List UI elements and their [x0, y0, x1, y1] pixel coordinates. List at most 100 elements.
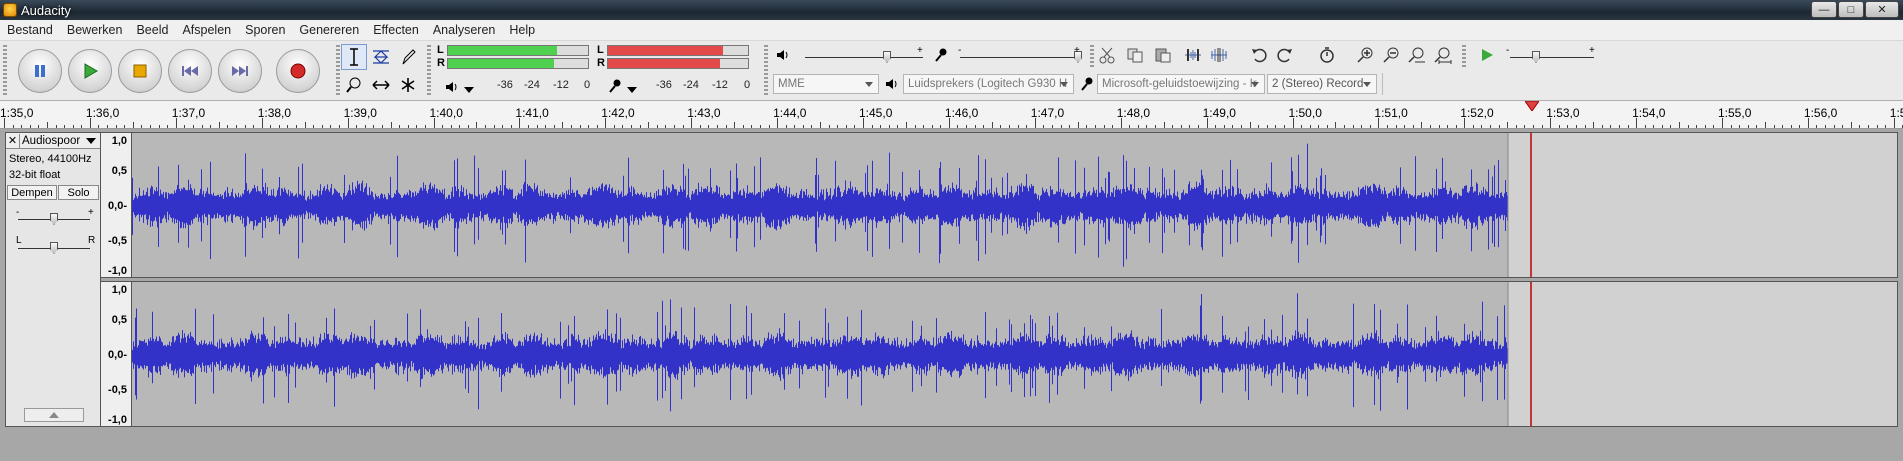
zoom-out-button[interactable] — [1380, 44, 1402, 66]
playback-meter-left-label: L — [597, 44, 604, 56]
envelope-tool-button[interactable] — [368, 44, 394, 70]
ruler-tick — [296, 125, 298, 128]
record-meter-right[interactable] — [447, 58, 589, 69]
skip-to-end-button[interactable] — [218, 49, 262, 93]
menu-bar: Bestand Bewerken Beeld Afspelen Sporen G… — [0, 20, 1903, 41]
stop-button[interactable] — [118, 49, 162, 93]
ruler-tick — [1636, 118, 1638, 128]
draw-tool-button[interactable] — [395, 44, 421, 70]
input-volume-slider[interactable] — [960, 57, 1082, 58]
toolbar-grip[interactable] — [336, 45, 340, 97]
play-at-speed-button[interactable] — [1476, 44, 1498, 66]
ruler-tick — [1026, 125, 1028, 128]
playback-meter-left[interactable] — [607, 45, 749, 56]
vruler-right-0: 0,0- — [108, 349, 127, 361]
ruler-tick — [579, 125, 581, 128]
ruler-tick — [957, 125, 959, 128]
play-speed-slider[interactable] — [1510, 57, 1594, 58]
ruler-tick — [1730, 125, 1732, 128]
zoom-tool-button[interactable] — [341, 72, 367, 98]
record-scale-12: -12 — [553, 79, 569, 91]
menu-afspelen[interactable]: Afspelen — [175, 23, 238, 37]
vruler-right-1: 1,0 — [111, 284, 127, 296]
menu-sporen[interactable]: Sporen — [238, 23, 292, 37]
collapse-track-button[interactable] — [24, 408, 84, 422]
record-button[interactable] — [276, 49, 320, 93]
toolbar-grip[interactable] — [3, 45, 7, 97]
menu-genereren[interactable]: Genereren — [292, 23, 366, 37]
skip-to-start-button[interactable] — [168, 49, 212, 93]
trim-button[interactable] — [1182, 44, 1204, 66]
playback-meter-right[interactable] — [607, 58, 749, 69]
toolbar-grip[interactable] — [1462, 45, 1466, 69]
ruler-tick — [974, 125, 976, 128]
pan-slider-thumb[interactable] — [50, 242, 58, 254]
record-scale-24: -24 — [524, 79, 540, 91]
play-button[interactable] — [68, 49, 112, 93]
playhead-marker-icon[interactable] — [1525, 101, 1539, 111]
timeline-ruler[interactable]: 1:35,0 1:36,0 1:37,0 1:38,0 1:39,0 1:40,0 1:41… — [0, 101, 1903, 129]
ruler-tick — [399, 125, 401, 128]
menu-bewerken[interactable]: Bewerken — [60, 23, 130, 37]
vertical-ruler-left[interactable]: 1,0 0,5 0,0- -0,5 -1,0 — [101, 132, 132, 278]
input-device-select[interactable]: Microsoft-geluidstoewijzing - Ir — [1097, 74, 1265, 94]
waveform-right-channel[interactable] — [132, 281, 1898, 427]
multi-tool-button[interactable] — [395, 72, 421, 98]
play-speed-thumb[interactable] — [1532, 51, 1540, 63]
zoom-in-button[interactable] — [1354, 44, 1376, 66]
waveform-left-channel[interactable] — [132, 132, 1898, 278]
minimize-button[interactable]: — — [1811, 1, 1837, 18]
scissors-icon — [1099, 47, 1115, 64]
output-volume-thumb[interactable] — [883, 51, 891, 63]
menu-beeld[interactable]: Beeld — [129, 23, 175, 37]
copy-button[interactable] — [1124, 44, 1146, 66]
track-close-button[interactable]: ✕ — [6, 133, 20, 148]
title-bar: Audacity — □ ✕ — [0, 0, 1903, 20]
redo-button[interactable] — [1274, 44, 1296, 66]
fit-project-button[interactable] — [1432, 44, 1454, 66]
fit-selection-button[interactable] — [1406, 44, 1428, 66]
maximize-button[interactable]: □ — [1838, 1, 1864, 18]
mute-button[interactable]: Dempen — [7, 185, 57, 200]
audio-host-select[interactable]: MME — [773, 74, 879, 94]
input-channels-select[interactable]: 2 (Stereo) Record — [1267, 74, 1377, 94]
paste-button[interactable] — [1152, 44, 1174, 66]
sync-lock-button[interactable] — [1316, 44, 1338, 66]
toolbar-grip[interactable] — [1090, 45, 1094, 69]
vertical-ruler-right[interactable]: 1,0 0,5 0,0- -0,5 -1,0 — [101, 281, 132, 427]
redo-icon — [1277, 48, 1292, 63]
toolbar-grip[interactable] — [764, 73, 768, 95]
record-meter-menu-icon[interactable] — [458, 79, 480, 101]
record-meter-right-level — [448, 59, 555, 68]
silence-button[interactable] — [1208, 44, 1230, 66]
gain-slider-thumb[interactable] — [50, 213, 58, 225]
paste-icon — [1155, 48, 1171, 63]
output-volume-slider[interactable] — [805, 57, 923, 58]
ruler-tick — [38, 125, 40, 128]
menu-analyseren[interactable]: Analyseren — [426, 23, 503, 37]
menu-effecten[interactable]: Effecten — [366, 23, 426, 37]
ruler-tick — [1386, 125, 1388, 128]
ibeam-icon — [350, 48, 358, 66]
record-meter-left[interactable] — [447, 45, 589, 56]
ruler-tick — [1868, 125, 1870, 128]
selection-tool-button[interactable] — [341, 44, 367, 70]
playback-meter-menu-icon[interactable] — [621, 79, 643, 101]
pause-button[interactable] — [18, 49, 62, 93]
track-menu-arrow-icon[interactable] — [86, 137, 96, 144]
undo-button[interactable] — [1248, 44, 1270, 66]
cut-button[interactable] — [1096, 44, 1118, 66]
output-device-select[interactable]: Luidsprekers (Logitech G930 H — [903, 74, 1074, 94]
toolbar-grip[interactable] — [427, 45, 431, 97]
menu-bestand[interactable]: Bestand — [0, 23, 60, 37]
stop-icon — [133, 64, 147, 78]
ruler-tick — [948, 118, 950, 128]
record-scale-0: 0 — [584, 79, 591, 91]
menu-help[interactable]: Help — [502, 23, 542, 37]
close-window-button[interactable]: ✕ — [1865, 1, 1899, 18]
playback-meter-right-label: R — [597, 57, 605, 69]
track-name-button[interactable]: Audiospoor — [20, 135, 86, 147]
timeshift-tool-button[interactable] — [368, 72, 394, 98]
solo-button[interactable]: Solo — [58, 185, 99, 200]
track-control-panel: ✕ Audiospoor Stereo, 44100Hz 32-bit floa… — [5, 132, 101, 427]
